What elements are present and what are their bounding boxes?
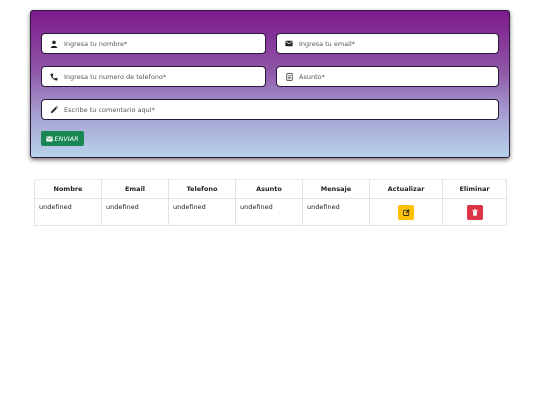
cell-telefono: undefined (168, 198, 236, 226)
column-header-nombre: Nombre (34, 179, 102, 199)
cell-mensaje: undefined (302, 198, 370, 226)
cell-asunto: undefined (235, 198, 303, 226)
name-input[interactable] (64, 39, 265, 48)
subject-input[interactable] (299, 72, 498, 81)
contacts-table: Nombre Email Telefono Asunto Mensaje Act… (34, 179, 507, 226)
user-icon (48, 40, 60, 48)
cell-eliminar (442, 198, 507, 226)
cell-nombre: undefined (34, 198, 102, 226)
table-row: undefined undefined undefined undefined … (34, 198, 507, 226)
column-header-mensaje: Mensaje (302, 179, 370, 199)
edit-button[interactable] (398, 204, 414, 220)
table-header-row: Nombre Email Telefono Asunto Mensaje Act… (34, 179, 507, 199)
envelope-icon (46, 136, 53, 142)
cell-email: undefined (101, 198, 169, 226)
document-icon (283, 72, 295, 81)
delete-button[interactable] (466, 204, 483, 220)
column-header-asunto: Asunto (235, 179, 303, 199)
trash-icon (471, 208, 478, 216)
edit-icon (402, 208, 410, 216)
subject-field[interactable] (276, 66, 499, 87)
column-header-eliminar: Eliminar (442, 179, 507, 199)
cell-actualizar (369, 198, 443, 226)
phone-field[interactable] (41, 66, 266, 87)
name-field[interactable] (41, 33, 266, 54)
pencil-icon (48, 105, 60, 114)
email-field[interactable] (276, 33, 499, 54)
column-header-actualizar: Actualizar (369, 179, 443, 199)
envelope-icon (283, 40, 295, 47)
column-header-email: Email (101, 179, 169, 199)
comment-field[interactable] (41, 99, 499, 120)
contact-form (30, 10, 510, 158)
phone-icon (48, 73, 60, 81)
send-button-label: ENVIAR (54, 134, 79, 143)
email-input[interactable] (299, 39, 498, 48)
comment-input[interactable] (64, 105, 498, 114)
column-header-telefono: Telefono (168, 179, 236, 199)
send-button[interactable]: ENVIAR (41, 131, 84, 146)
phone-input[interactable] (64, 72, 265, 81)
